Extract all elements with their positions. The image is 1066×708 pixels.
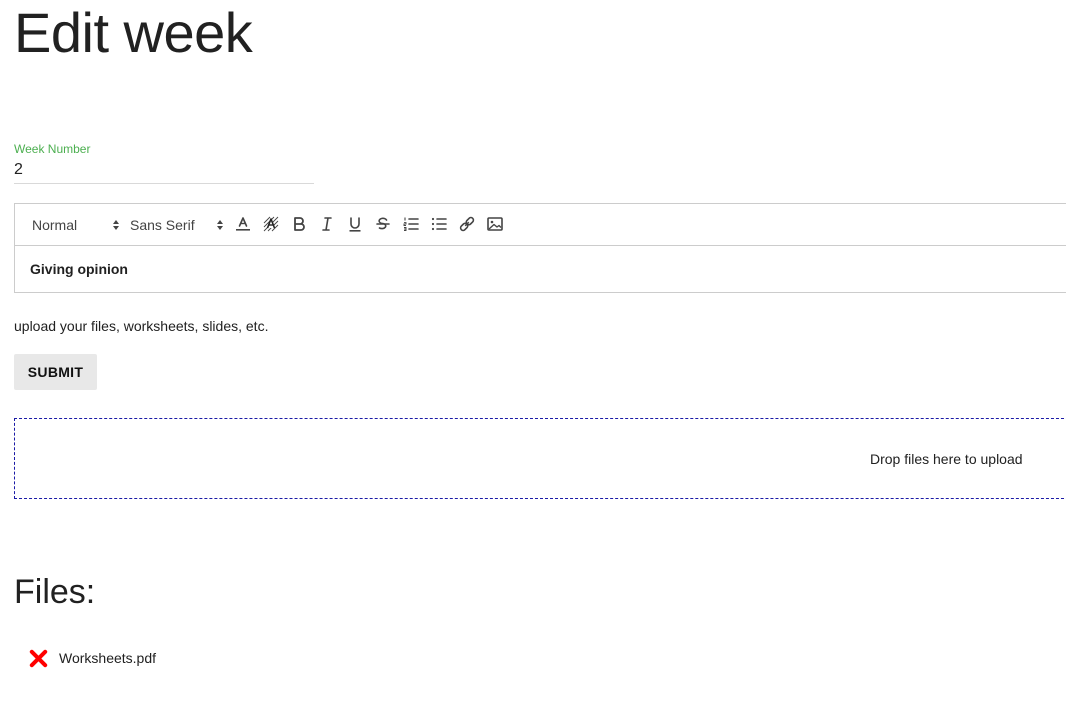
dropzone-message: Drop files here to upload — [870, 451, 1023, 467]
size-picker-caret-icon — [113, 220, 119, 230]
bold-button[interactable] — [288, 213, 310, 235]
background-color-icon — [263, 216, 279, 232]
strikethrough-icon — [376, 217, 390, 230]
ordered-list-icon — [403, 217, 419, 231]
week-number-field: Week Number — [14, 142, 314, 184]
font-picker-caret-icon — [217, 220, 223, 230]
link-icon — [459, 216, 475, 232]
italic-button[interactable] — [316, 213, 338, 235]
image-icon — [487, 217, 503, 231]
ordered-list-button[interactable] — [400, 213, 422, 235]
file-name[interactable]: Worksheets.pdf — [59, 649, 156, 667]
editor-toolbar: Normal Sans Serif — [15, 204, 1066, 246]
rich-text-editor: Normal Sans Serif Giving opinion — [14, 203, 1066, 293]
page-title: Edit week — [14, 1, 253, 64]
background-color-button[interactable] — [260, 213, 282, 235]
upload-hint: upload your files, worksheets, slides, e… — [14, 318, 269, 334]
page: Edit week Week Number Normal Sans Serif — [0, 0, 1066, 708]
submit-button[interactable]: SUBMIT — [14, 354, 97, 390]
link-button[interactable] — [456, 213, 478, 235]
size-picker-label: Normal — [32, 217, 78, 233]
week-number-input[interactable] — [14, 159, 314, 181]
font-picker-label: Sans Serif — [130, 217, 195, 233]
file-dropzone[interactable]: Drop files here to upload — [14, 418, 1066, 499]
font-picker[interactable]: Sans Serif — [130, 214, 224, 236]
bold-icon — [294, 217, 305, 231]
delete-x-icon[interactable] — [28, 648, 49, 669]
week-number-label: Week Number — [14, 142, 91, 156]
bullet-list-button[interactable] — [428, 213, 450, 235]
image-button[interactable] — [484, 213, 506, 235]
editor-content[interactable]: Giving opinion — [30, 260, 128, 278]
bullet-list-icon — [431, 217, 447, 231]
underline-button[interactable] — [344, 213, 366, 235]
files-heading: Files: — [14, 573, 96, 611]
text-color-icon — [236, 217, 250, 231]
strikethrough-button[interactable] — [372, 213, 394, 235]
text-color-button[interactable] — [232, 213, 254, 235]
file-list-item: Worksheets.pdf — [28, 646, 156, 670]
italic-icon — [322, 217, 332, 231]
size-picker[interactable]: Normal — [32, 214, 120, 236]
underline-icon — [349, 217, 361, 232]
